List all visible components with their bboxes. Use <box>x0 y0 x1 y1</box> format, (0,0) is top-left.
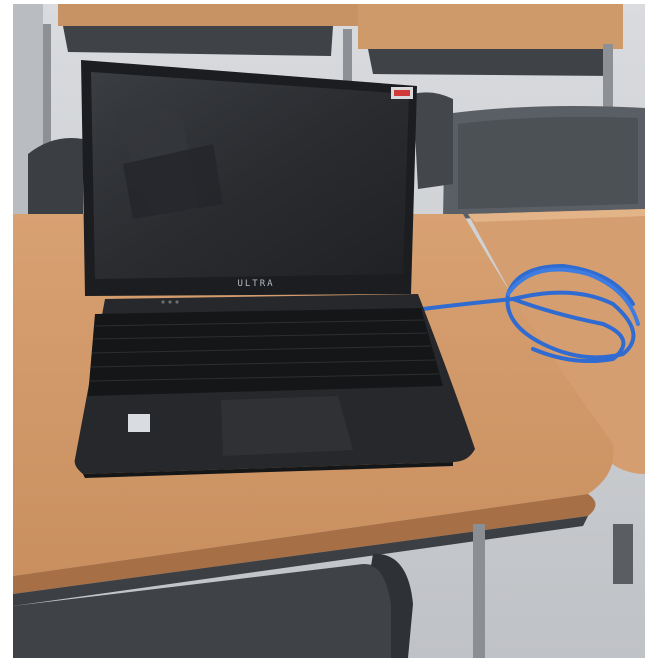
laptop-brand-label: ULTRA <box>237 279 274 289</box>
processor-sticker <box>128 414 150 432</box>
classroom-photo: ULTRA <box>13 4 645 658</box>
photo-scene: ULTRA <box>0 0 652 658</box>
laptop-touchpad <box>221 396 353 456</box>
